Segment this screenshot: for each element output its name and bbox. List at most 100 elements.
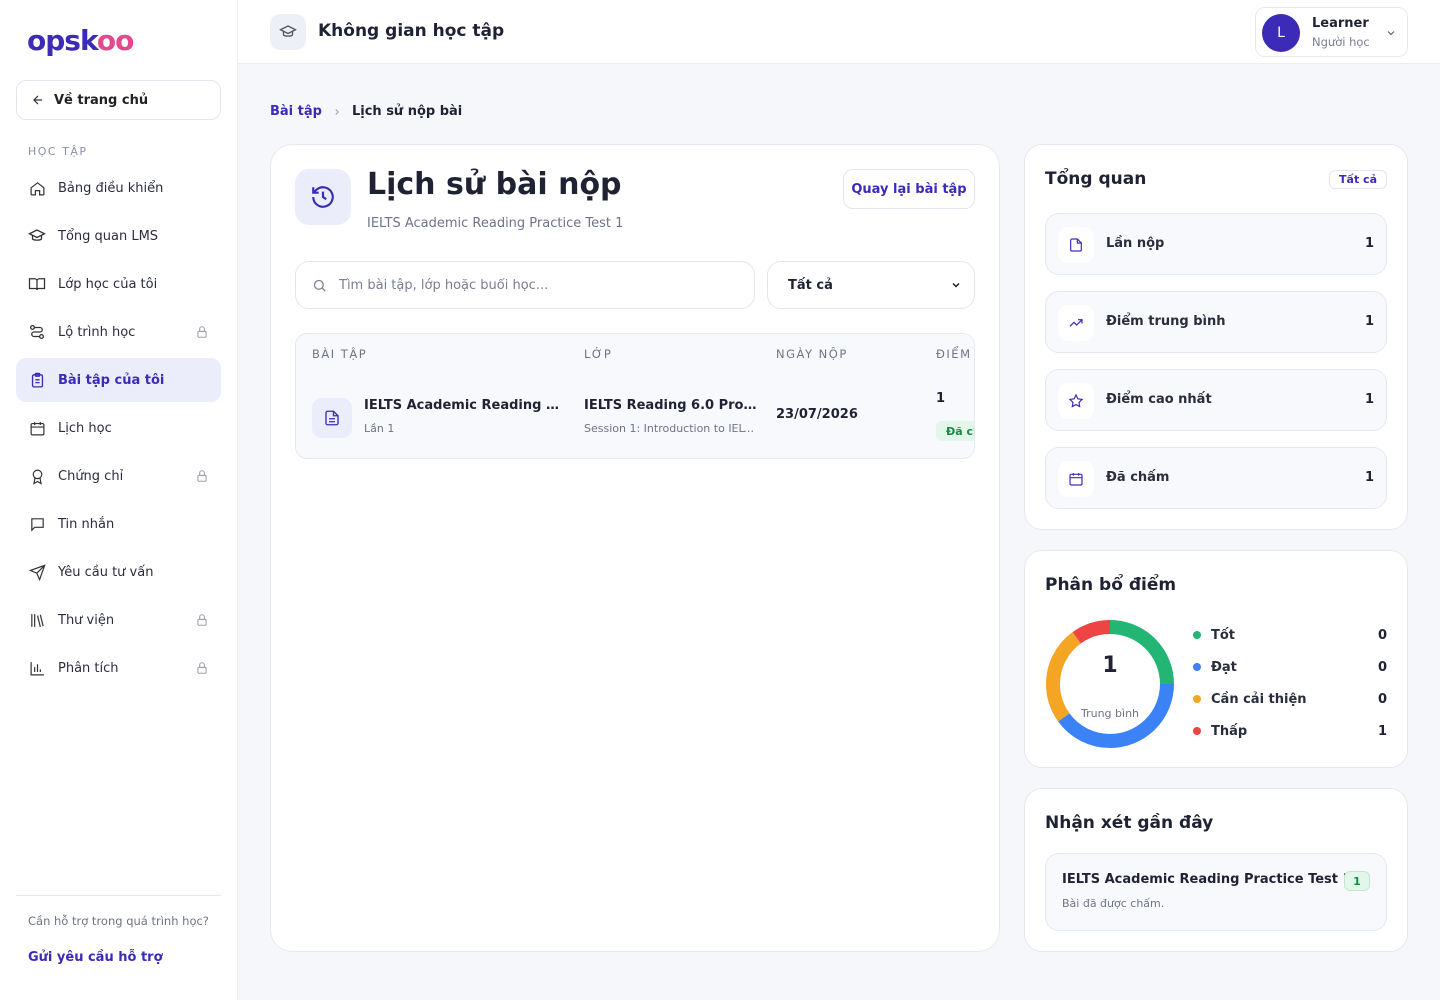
overview-card: Tổng quan Tất cả Lần nộp 1 Điểm trung bì…: [1024, 144, 1408, 530]
sidebar-item-schedule[interactable]: Lịch học: [16, 406, 221, 450]
column-header-score: ĐIỂM: [936, 347, 972, 361]
workspace-title: Không gian học tập: [318, 21, 505, 41]
brand-logo[interactable]: opskoo: [27, 24, 134, 57]
page-subtitle: IELTS Academic Reading Practice Test 1: [367, 216, 624, 231]
sidebar-item-label: Tin nhắn: [58, 516, 115, 532]
sidebar-item-my-assignments[interactable]: Bài tập của tôi: [16, 358, 221, 402]
chevron-down-icon: [952, 282, 960, 288]
submissions-table: BÀI TẬP LỚP NGÀY NỘP ĐIỂM IELTS Academic…: [295, 333, 975, 459]
overview-filter-badge[interactable]: Tất cả: [1329, 170, 1387, 189]
sidebar-divider: [16, 895, 221, 896]
column-header-date: NGÀY NỘP: [776, 347, 848, 361]
send-icon: [28, 563, 46, 581]
sidebar: opskoo Về trang chủ HỌC TẬP Bảng điều kh…: [0, 0, 238, 1000]
search-input[interactable]: [339, 277, 719, 293]
search-icon: [313, 279, 326, 292]
user-role: Người học: [1312, 35, 1370, 49]
submission-history-card: Lịch sử bài nộp IELTS Academic Reading P…: [270, 144, 1000, 952]
library-icon: [28, 611, 46, 629]
stat-graded: Đã chấm 1: [1045, 447, 1387, 509]
sidebar-item-label: Lịch học: [58, 420, 112, 436]
sidebar-item-label: Lộ trình học: [58, 324, 136, 340]
sidebar-item-messages[interactable]: Tin nhắn: [16, 502, 221, 546]
home-icon: [28, 179, 46, 197]
recent-feedback-card: Nhận xét gần đây IELTS Academic Reading …: [1024, 788, 1408, 952]
distribution-title: Phân bổ điểm: [1045, 575, 1177, 595]
stat-value: 1: [1364, 470, 1374, 485]
submission-date: 23/07/2026: [776, 407, 858, 422]
stat-submissions: Lần nộp 1: [1045, 213, 1387, 275]
stat-label: Đã chấm: [1106, 470, 1170, 485]
help-text: Cần hỗ trợ trong quá trình học?: [28, 914, 209, 928]
legend-label: Tốt: [1211, 627, 1236, 643]
user-menu[interactable]: L Learner Người học: [1255, 7, 1408, 57]
sidebar-item-label: Lớp học của tôi: [58, 276, 158, 292]
route-icon: [28, 323, 46, 341]
calendar-icon: [28, 419, 46, 437]
stat-label: Điểm trung bình: [1106, 314, 1226, 329]
legend-value: 0: [1377, 627, 1387, 643]
sidebar-item-consult-requests[interactable]: Yêu cầu tư vấn: [16, 550, 221, 594]
sidebar-nav: Bảng điều khiển Tổng quan LMS Lớp học củ…: [16, 166, 221, 694]
breadcrumb: Bài tập Lịch sử nộp bài: [270, 104, 462, 119]
chevron-down-icon: [1387, 31, 1395, 36]
section-label: HỌC TẬP: [28, 145, 88, 158]
legend-dot: [1193, 695, 1201, 703]
assignment-name: IELTS Academic Reading Practice Test 1: [364, 398, 564, 413]
attempt-label: Lần 1: [364, 422, 395, 435]
bar-chart-icon: [28, 659, 46, 677]
avatar: L: [1262, 14, 1300, 52]
class-name: IELTS Reading 6.0 Production: [584, 398, 760, 413]
legend-dot: [1193, 631, 1201, 639]
breadcrumb-assignments[interactable]: Bài tập: [270, 104, 322, 119]
stat-value: 1: [1364, 392, 1374, 407]
document-icon: [312, 398, 352, 438]
column-header-assignment: BÀI TẬP: [312, 347, 368, 361]
sidebar-item-analytics[interactable]: Phân tích: [16, 646, 221, 690]
chevron-right-icon: [335, 108, 339, 115]
legend-pass: Đạt 0: [1193, 657, 1387, 677]
history-icon: [295, 169, 351, 225]
sidebar-item-certificates[interactable]: Chứng chỉ: [16, 454, 221, 498]
column-header-class: LỚP: [584, 347, 613, 361]
sidebar-item-my-classes[interactable]: Lớp học của tôi: [16, 262, 221, 306]
lock-icon: [197, 470, 207, 482]
back-home-label: Về trang chủ: [54, 92, 149, 108]
legend-value: 0: [1377, 659, 1387, 675]
legend-value: 1: [1377, 723, 1387, 739]
arrow-left-icon: [33, 95, 43, 105]
legend-value: 0: [1377, 691, 1387, 707]
sidebar-item-label: Tổng quan LMS: [58, 228, 159, 244]
sidebar-item-lms-overview[interactable]: Tổng quan LMS: [16, 214, 221, 258]
overview-title: Tổng quan: [1045, 169, 1147, 189]
stat-label: Lần nộp: [1106, 236, 1165, 251]
stat-value: 1: [1364, 314, 1374, 329]
lock-icon: [197, 662, 207, 674]
search-box[interactable]: [295, 261, 755, 309]
graduation-cap-icon: [270, 14, 306, 50]
sidebar-item-label: Phân tích: [58, 660, 119, 676]
book-open-icon: [28, 275, 46, 293]
legend-label: Đạt: [1211, 659, 1237, 675]
support-request-link[interactable]: Gửi yêu cầu hỗ trợ: [28, 950, 163, 965]
sidebar-item-label: Bài tập của tôi: [58, 372, 165, 388]
sidebar-item-learning-path[interactable]: Lộ trình học: [16, 310, 221, 354]
feedback-score-badge: 1: [1344, 871, 1370, 891]
lock-icon: [197, 326, 207, 338]
back-to-assignments-button[interactable]: Quay lại bài tập: [843, 169, 975, 209]
top-bar: Không gian học tập L Learner Người học: [238, 0, 1440, 64]
donut-center-value: 1: [1102, 653, 1117, 678]
donut-center-label: Trung bình: [1080, 707, 1139, 720]
legend-dot: [1193, 727, 1201, 735]
sidebar-item-label: Yêu cầu tư vấn: [58, 564, 154, 580]
star-icon: [1058, 383, 1094, 419]
legend-low: Thấp 1: [1193, 721, 1387, 741]
feedback-item[interactable]: IELTS Academic Reading Practice Test 1 B…: [1045, 853, 1387, 931]
legend-label: Cần cải thiện: [1211, 691, 1307, 707]
sidebar-item-library[interactable]: Thư viện: [16, 598, 221, 642]
status-filter-select[interactable]: Tất cả: [767, 261, 975, 309]
clipboard-icon: [28, 371, 46, 389]
sidebar-item-dashboard[interactable]: Bảng điều khiển: [16, 166, 221, 210]
back-home-button[interactable]: Về trang chủ: [16, 80, 221, 120]
feedback-title: Nhận xét gần đây: [1045, 813, 1214, 833]
